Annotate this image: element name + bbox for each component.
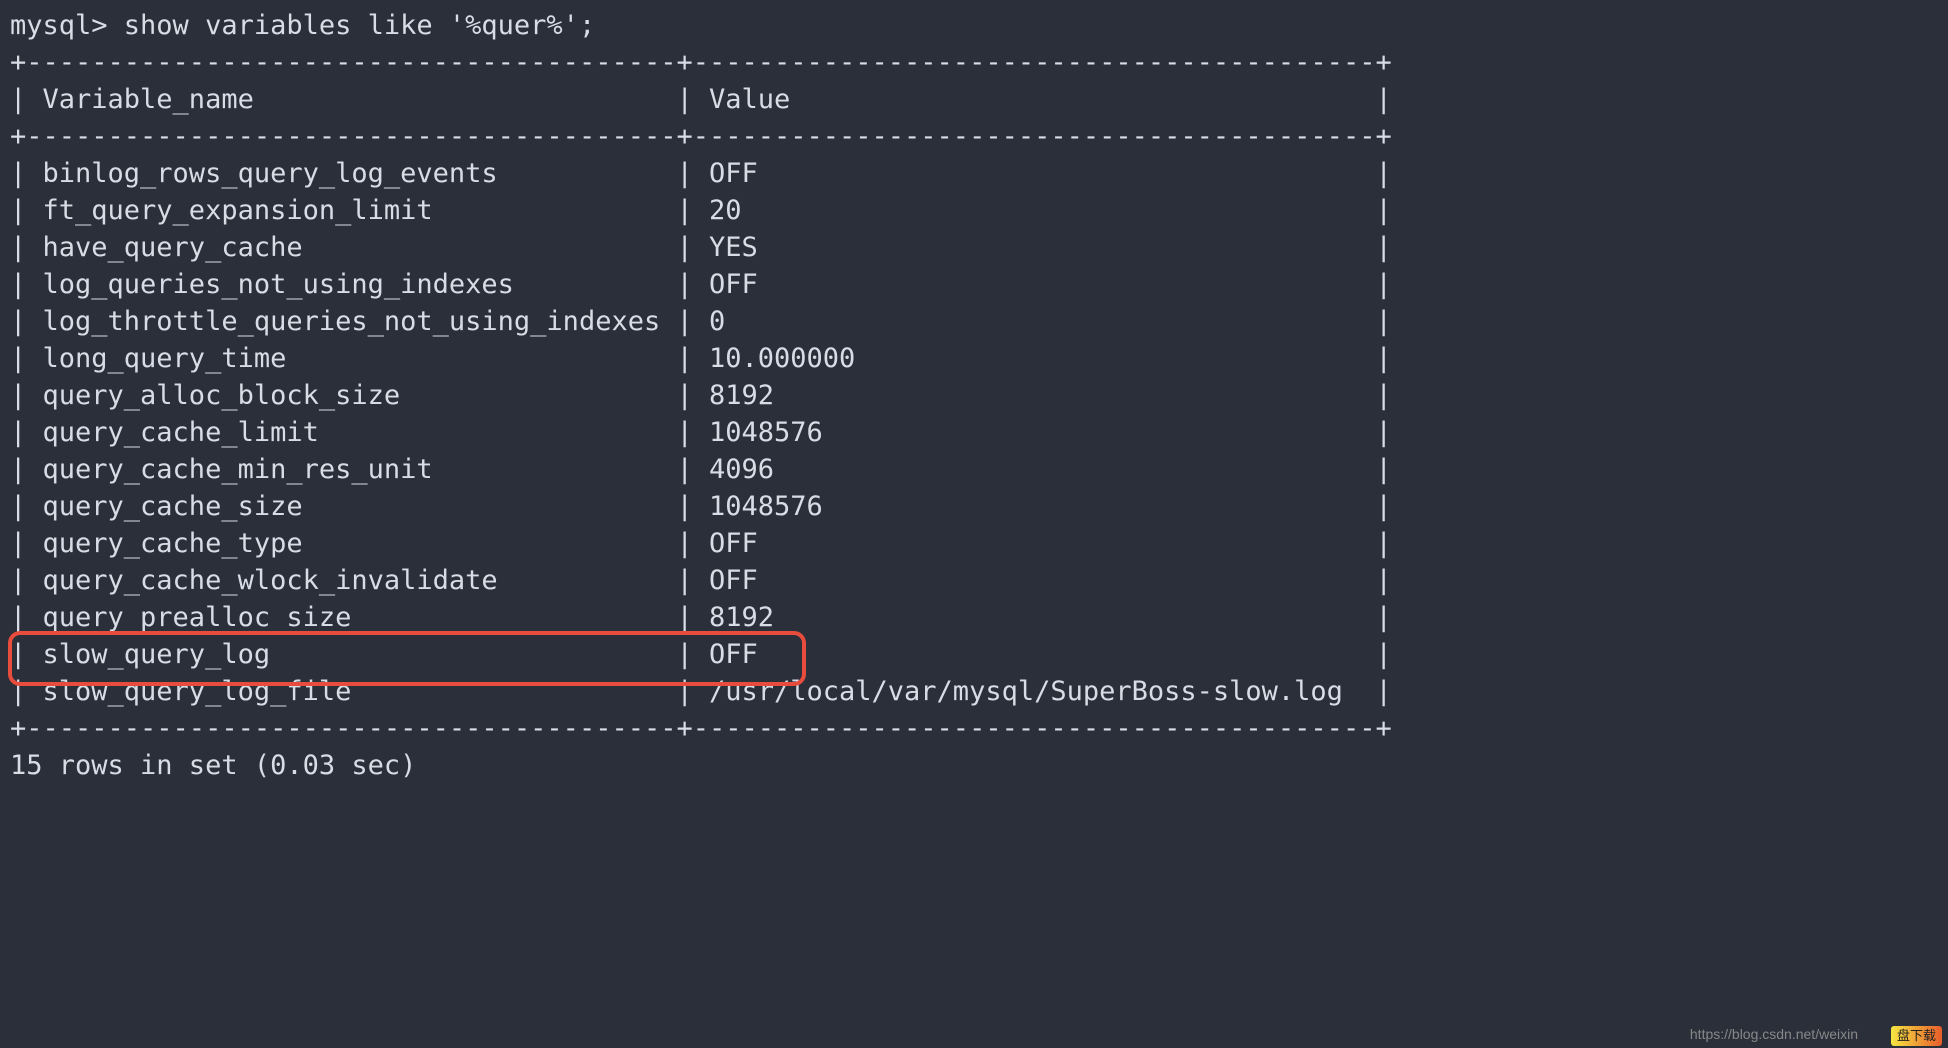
watermark-text: https://blog.csdn.net/weixin	[1690, 1025, 1858, 1044]
terminal-output: mysql> show variables like '%quer%'; +--…	[10, 8, 1938, 785]
badge-text: 盘下载	[1891, 1026, 1942, 1046]
